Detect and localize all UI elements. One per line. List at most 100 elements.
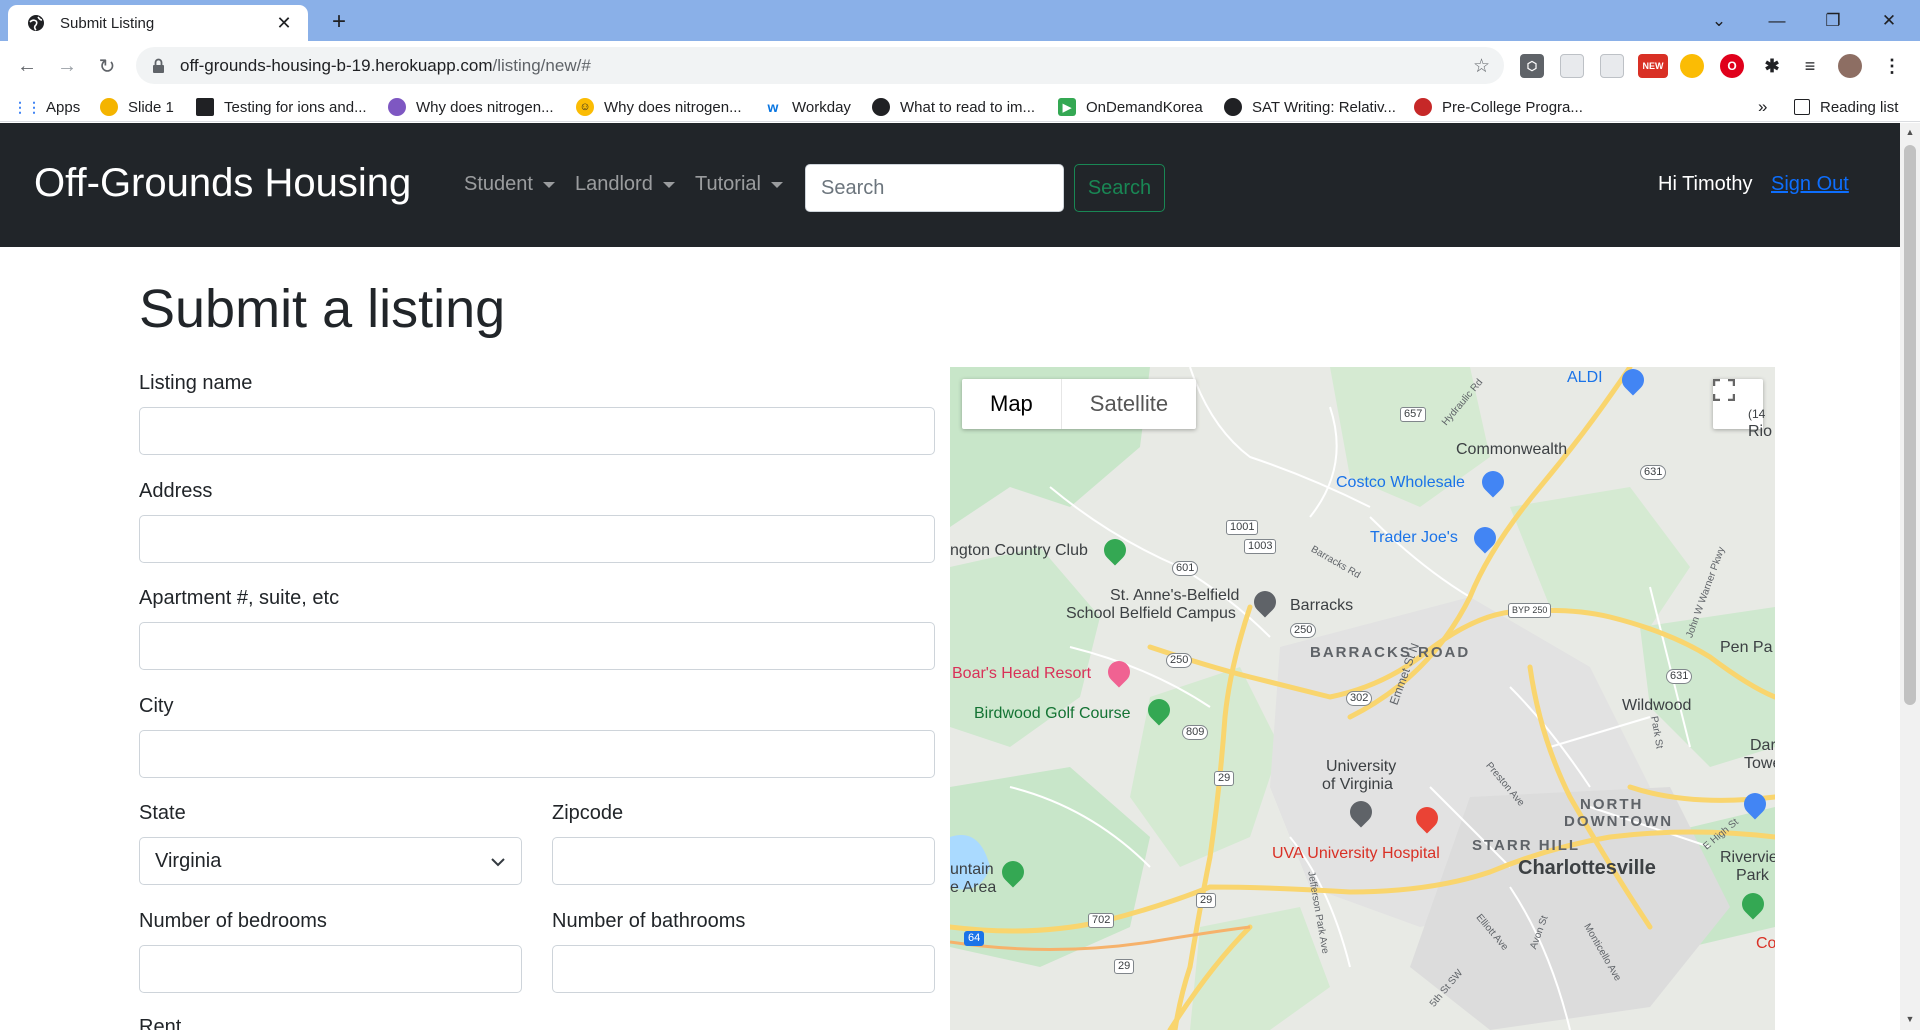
tab-title: Submit Listing	[60, 14, 155, 32]
map-label-north-downtown-1: NORTH	[1580, 796, 1644, 813]
route-shield: 809	[1182, 725, 1209, 740]
hand-extension-icon[interactable]	[1680, 54, 1704, 78]
route-shield: 631	[1640, 465, 1667, 480]
document-extension-icon[interactable]	[1560, 54, 1584, 78]
new-badge: NEW	[1642, 61, 1664, 71]
bookmark-sat-writing[interactable]: SAT Writing: Relativ...	[1224, 96, 1396, 118]
tab-search-icon[interactable]: ⌄	[1696, 0, 1742, 41]
nav-landlord-dropdown[interactable]: Landlord	[575, 173, 675, 196]
close-tab-icon[interactable]: ✕	[274, 13, 294, 34]
rent-label: Rent	[139, 1016, 182, 1030]
map-label-st-annes-1: St. Anne's-Belfield	[1110, 587, 1240, 604]
zipcode-input[interactable]	[552, 837, 935, 885]
site-brand[interactable]: Off-Grounds Housing	[34, 161, 411, 206]
route-shield: 29	[1214, 771, 1235, 786]
bookmark-ondemandkorea[interactable]: ▶ OnDemandKorea	[1058, 96, 1203, 118]
people-icon	[388, 98, 406, 116]
extensions-puzzle-icon[interactable]: ✱	[1760, 54, 1784, 78]
bookmark-apps[interactable]: ⋮⋮ Apps	[13, 96, 81, 118]
profile-avatar-icon[interactable]	[1838, 54, 1862, 78]
bathrooms-input[interactable]	[552, 945, 935, 993]
map-label-mountain-2: e Area	[950, 879, 997, 896]
nav-search-button[interactable]: Search	[1074, 164, 1165, 212]
map-label-co: Co	[1756, 935, 1775, 952]
map-label-boars-head: Boar's Head Resort	[952, 665, 1092, 682]
map-label-wildwood: Wildwood	[1622, 697, 1692, 714]
bookmark-nitrogen-1[interactable]: Why does nitrogen...	[388, 96, 554, 118]
listing-name-input[interactable]	[139, 407, 935, 455]
bookmark-nitrogen-2[interactable]: ☺ Why does nitrogen...	[576, 96, 742, 118]
bookmark-star-icon[interactable]: ☆	[1473, 55, 1490, 78]
apartment-label: Apartment #, suite, etc	[139, 587, 340, 609]
bookmark-label: Apps	[46, 98, 81, 116]
browser-tab[interactable]: Submit Listing ✕	[8, 5, 308, 41]
route-shield: 702	[1088, 913, 1115, 928]
globe-icon	[1224, 98, 1242, 116]
bookmarks-overflow-icon[interactable]: »	[1758, 96, 1767, 118]
window-close-icon[interactable]: ✕	[1866, 0, 1912, 41]
scroll-down-icon[interactable]: ▼	[1904, 1014, 1916, 1026]
reload-icon[interactable]: ↻	[92, 51, 122, 81]
nav-landlord-label: Landlord	[575, 173, 653, 195]
nav-student-dropdown[interactable]: Student	[464, 173, 555, 196]
nav-search-input[interactable]	[805, 164, 1064, 212]
restore-icon[interactable]: ❐	[1810, 0, 1856, 41]
extension-puzzle-blue-icon[interactable]: ⬡	[1520, 54, 1544, 78]
bookmark-workday[interactable]: w Workday	[764, 96, 851, 118]
chevron-down-icon	[490, 850, 506, 873]
forward-icon[interactable]: →	[52, 51, 82, 81]
city-input[interactable]	[139, 730, 935, 778]
smiley-icon: ☺	[576, 98, 594, 116]
listing-name-label: Listing name	[139, 372, 253, 394]
map-label-aldi: ALDI	[1567, 369, 1603, 386]
map-label-barracks-road: BARRACKS ROAD	[1310, 644, 1471, 661]
apartment-input[interactable]	[139, 622, 935, 670]
bookmark-label: Workday	[792, 98, 851, 116]
apps-grid-icon: ⋮⋮	[13, 98, 41, 115]
fullscreen-icon[interactable]	[1713, 379, 1763, 429]
map-label-trader-joes: Trader Joe's	[1370, 529, 1458, 546]
new-badge-extension-icon[interactable]: NEW	[1638, 54, 1668, 78]
college-icon	[1414, 98, 1432, 116]
scrollbar-thumb[interactable]	[1904, 145, 1916, 705]
map-label-starr-hill: STARR HILL	[1472, 837, 1581, 854]
map-label-rio-1: (14	[1748, 407, 1766, 421]
bookmark-label: Why does nitrogen...	[604, 98, 742, 116]
bookmark-label: What to read to im...	[900, 98, 1036, 116]
bookmark-slide[interactable]: Slide 1	[100, 96, 174, 118]
back-icon[interactable]: ←	[12, 51, 42, 81]
bedrooms-input[interactable]	[139, 945, 522, 993]
nav-tutorial-dropdown[interactable]: Tutorial	[695, 173, 783, 196]
address-bar[interactable]: off-grounds-housing-b-19.herokuapp.com/l…	[136, 47, 1504, 84]
sign-out-link[interactable]: Sign Out	[1771, 173, 1849, 196]
kebab-menu-icon[interactable]: ⋮	[1880, 54, 1904, 78]
opera-extension-icon[interactable]: O	[1720, 54, 1744, 78]
bookmark-what-to-read[interactable]: What to read to im...	[872, 96, 1035, 118]
lock-icon	[152, 58, 166, 74]
new-tab-icon[interactable]: +	[326, 8, 352, 35]
map-type-map-button[interactable]: Map	[962, 379, 1062, 429]
address-input[interactable]	[139, 515, 935, 563]
reading-list[interactable]: Reading list	[1794, 96, 1898, 118]
state-select[interactable]: Virginia	[139, 837, 522, 885]
url-path: /listing/new/#	[492, 55, 591, 75]
extension-gray-icon[interactable]	[1600, 54, 1624, 78]
minimize-icon[interactable]: —	[1754, 0, 1800, 41]
bookmarks-bar: ⋮⋮ Apps Slide 1 Testing for ions and... …	[0, 90, 1920, 122]
media-control-icon[interactable]: ≡	[1798, 54, 1822, 78]
map-label-dar-2: Towe	[1744, 755, 1775, 772]
map-label-charlottesville: Charlottesville	[1518, 857, 1656, 879]
caret-down-icon	[662, 181, 675, 188]
map-type-satellite-button[interactable]: Satellite	[1062, 379, 1196, 429]
address-label: Address	[139, 480, 213, 502]
bookmark-pre-college[interactable]: Pre-College Progra...	[1414, 96, 1583, 118]
page-scrollbar[interactable]: ▲ ▼	[1900, 123, 1920, 1030]
globe-icon	[26, 13, 46, 33]
map-type-toggle: Map Satellite	[962, 379, 1197, 429]
browser-tabstrip: Submit Listing ✕ + ⌄ — ❐ ✕	[0, 0, 1920, 41]
location-map[interactable]: Map Satellite ALDI Commonwealth Costco W…	[950, 367, 1775, 1030]
route-shield: 302	[1346, 691, 1373, 706]
scroll-up-icon[interactable]: ▲	[1904, 127, 1916, 139]
bookmark-testing[interactable]: Testing for ions and...	[196, 96, 367, 118]
page-content: Off-Grounds Housing Student Landlord Tut…	[0, 123, 1900, 1030]
